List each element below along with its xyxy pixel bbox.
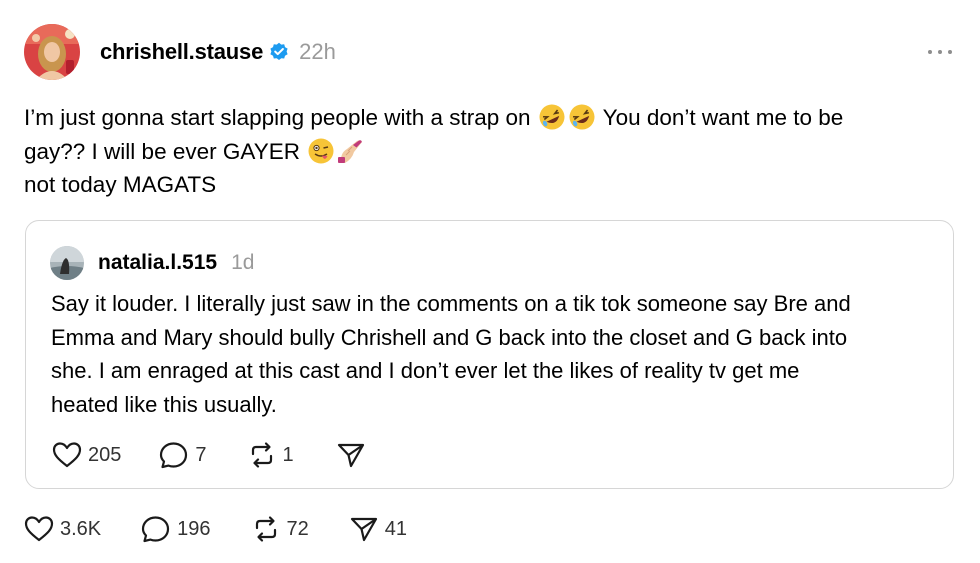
post-text-segment: I’m just gonna start slapping people wit… (24, 105, 531, 130)
quoted-repost-button[interactable]: 1 (247, 441, 294, 469)
post-body: I’m just gonna start slapping people wit… (24, 101, 954, 202)
quoted-repost-count: 1 (282, 443, 294, 466)
heart-icon (24, 515, 54, 543)
reply-count: 196 (177, 517, 211, 540)
thread-post: chrishell.stause 22h I’m just gonna star… (0, 0, 980, 563)
share-count: 41 (384, 517, 408, 540)
comment-icon (159, 441, 189, 469)
quoted-username[interactable]: natalia.l.515 (98, 251, 217, 275)
post-header: chrishell.stause 22h (24, 24, 336, 80)
post-line-2: gay?? I will be ever GAYER (24, 135, 954, 169)
quoted-actions: 205 7 1 (52, 441, 366, 469)
post-timestamp: 22h (299, 39, 336, 64)
more-options-icon[interactable] (928, 40, 952, 64)
repost-icon (247, 441, 277, 469)
post-line-1: I’m just gonna start slapping people wit… (24, 101, 954, 135)
quoted-avatar[interactable] (50, 246, 84, 280)
repost-button[interactable]: 72 (251, 515, 309, 543)
send-icon (349, 515, 379, 543)
post-username[interactable]: chrishell.stause (100, 39, 263, 65)
avatar[interactable] (24, 24, 80, 80)
like-button[interactable]: 3.6K (24, 515, 101, 543)
heart-icon (52, 441, 82, 469)
quoted-reply-button[interactable]: 7 (159, 441, 207, 469)
quoted-reply-count: 7 (195, 443, 207, 466)
post-line-3: not today MAGATS (24, 172, 217, 197)
nail-polish-emoji-icon (337, 137, 365, 165)
quoted-like-count: 205 (88, 443, 122, 466)
quoted-body: Say it louder. I literally just saw in t… (51, 287, 941, 421)
send-icon (336, 441, 366, 469)
quoted-line-4: heated like this usually. (51, 391, 277, 417)
quoted-post[interactable]: natalia.l.515 1d Say it louder. I litera… (25, 220, 954, 489)
winking-tongue-face-emoji-icon (307, 137, 335, 165)
quoted-timestamp: 1d (231, 251, 255, 274)
repost-count: 72 (286, 517, 309, 540)
reply-button[interactable]: 196 (141, 515, 211, 543)
comment-icon (141, 515, 171, 543)
rolling-on-floor-laughing-emoji-icon (538, 103, 566, 131)
like-count: 3.6K (60, 517, 102, 540)
quoted-line-2: Emma and Mary should bully Chrishell and… (51, 324, 848, 350)
quoted-like-button[interactable]: 205 (52, 441, 121, 469)
post-actions: 3.6K 196 72 41 (24, 515, 407, 543)
quoted-share-button[interactable] (336, 441, 366, 469)
quoted-line-3: she. I am enraged at this cast and I don… (51, 358, 800, 383)
share-button[interactable]: 41 (349, 515, 407, 543)
rolling-on-floor-laughing-emoji-icon (568, 103, 596, 131)
verified-badge-icon (269, 42, 289, 62)
quoted-line-1: Say it louder. I literally just saw in t… (51, 291, 851, 316)
quoted-post-header: natalia.l.515 1d (50, 245, 254, 281)
post-text-segment: gay?? I will be ever GAYER (24, 138, 300, 164)
repost-icon (251, 515, 281, 543)
post-text-segment: You don’t want me to be (602, 105, 844, 130)
